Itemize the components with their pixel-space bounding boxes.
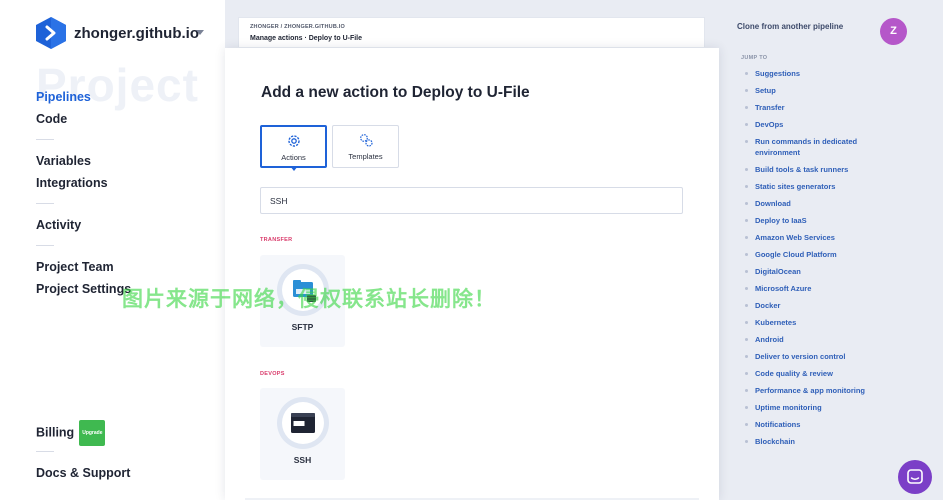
ssh-terminal-icon xyxy=(276,397,329,449)
add-action-modal: Add a new action to Deploy to U-File Act… xyxy=(225,48,719,500)
sidebar-nav: Pipelines Code Variables Integrations Ac… xyxy=(36,86,131,300)
project-switcher[interactable]: zhonger.github.io xyxy=(36,17,199,49)
jump-to-item[interactable]: Amazon Web Services xyxy=(745,232,865,243)
buddy-logo-icon xyxy=(36,17,66,49)
jump-to-heading: JUMP TO xyxy=(741,55,768,61)
jump-to-item[interactable]: Performance & app monitoring xyxy=(745,385,865,396)
chat-button[interactable] xyxy=(898,460,932,494)
sidebar-item-docs-support[interactable]: Docs & Support xyxy=(36,462,130,484)
action-card-ssh[interactable]: SSH xyxy=(260,388,345,480)
jump-to-item[interactable]: Blockchain xyxy=(745,436,865,447)
jump-to-item[interactable]: Docker xyxy=(745,300,865,311)
sidebar-divider xyxy=(36,245,54,246)
sidebar-item-pipelines[interactable]: Pipelines xyxy=(36,86,131,108)
jump-to-item[interactable]: Google Cloud Platform xyxy=(745,249,865,260)
sidebar-divider xyxy=(36,203,54,204)
sidebar-item-integrations[interactable]: Integrations xyxy=(36,172,131,194)
jump-to-item[interactable]: Notifications xyxy=(745,419,865,430)
sidebar-divider xyxy=(36,139,54,140)
gears-icon xyxy=(359,134,373,147)
jump-to-item[interactable]: Microsoft Azure xyxy=(745,283,865,294)
upgrade-badge[interactable]: Upgrade xyxy=(79,420,106,446)
jump-to-list: Suggestions Setup Transfer DevOps Run comman… xyxy=(745,68,865,453)
overlay-watermark-text: 图片来源于网络，侵权联系站长删除！ xyxy=(122,288,496,311)
jump-to-item[interactable]: Code quality & review xyxy=(745,368,865,379)
left-sidebar: Project zhonger.github.io Pipelines Code… xyxy=(0,0,225,500)
tab-actions-label: Actions xyxy=(281,153,306,162)
tab-actions[interactable]: Actions xyxy=(260,125,327,168)
jump-to-item[interactable]: Transfer xyxy=(745,102,865,113)
jump-to-item[interactable]: Deploy to IaaS xyxy=(745,215,865,226)
billing-label: Billing xyxy=(36,425,75,440)
action-label-sftp: SFTP xyxy=(291,322,314,332)
action-label-ssh: SSH xyxy=(293,455,312,465)
jump-to-item[interactable]: Deliver to version control xyxy=(745,351,865,362)
breadcrumb: ZHONGER / ZHONGER.GITHUB.IO Manage actio… xyxy=(238,17,705,47)
section-label-devops: DEVOPS xyxy=(260,371,285,377)
project-name: zhonger.github.io xyxy=(74,24,199,42)
breadcrumb-current: Manage actions · Deploy to U-File xyxy=(250,35,362,42)
breadcrumb-manage-actions[interactable]: Manage actions · xyxy=(250,35,309,42)
tab-templates[interactable]: Templates xyxy=(332,125,399,168)
breadcrumb-project-path[interactable]: ZHONGER / ZHONGER.GITHUB.IO xyxy=(250,24,345,30)
chevron-down-icon[interactable] xyxy=(196,30,204,35)
clone-pipeline-link[interactable]: Clone from another pipeline xyxy=(737,22,843,31)
jump-to-item[interactable]: Download xyxy=(745,198,865,209)
breadcrumb-pipeline-link[interactable]: Deploy to U-File xyxy=(309,35,362,42)
sidebar-item-project-team[interactable]: Project Team xyxy=(36,256,131,278)
jump-to-item[interactable]: Build tools & task runners xyxy=(745,164,865,175)
sidebar-item-variables[interactable]: Variables xyxy=(36,150,131,172)
jump-to-item[interactable]: Run commands in dedicated environment xyxy=(745,136,865,158)
section-label-transfer: TRANSFER xyxy=(260,237,293,243)
jump-to-item[interactable]: Static sites generators xyxy=(745,181,865,192)
tab-templates-label: Templates xyxy=(348,152,383,161)
jump-to-item[interactable]: Suggestions xyxy=(745,68,865,79)
jump-to-item[interactable]: Android xyxy=(745,334,865,345)
jump-to-item[interactable]: Kubernetes xyxy=(745,317,865,328)
sidebar-item-code[interactable]: Code xyxy=(36,108,131,130)
sidebar-item-project-settings[interactable]: Project Settings xyxy=(36,278,131,300)
gear-icon xyxy=(287,135,300,147)
avatar[interactable]: Z xyxy=(880,18,907,45)
jump-to-item[interactable]: DigitalOcean xyxy=(745,266,865,277)
jump-to-item[interactable]: Uptime monitoring xyxy=(745,402,865,413)
sidebar-divider xyxy=(36,451,54,452)
active-tab-indicator xyxy=(290,166,298,171)
jump-to-item[interactable]: Setup xyxy=(745,85,865,96)
sidebar-bottom-nav: Billing Upgrade Docs & Support xyxy=(36,420,130,484)
sidebar-item-activity[interactable]: Activity xyxy=(36,214,131,236)
sidebar-item-billing[interactable]: Billing Upgrade xyxy=(36,420,130,446)
action-search-input[interactable] xyxy=(260,187,683,214)
jump-to-item[interactable]: DevOps xyxy=(745,119,865,130)
chat-icon xyxy=(907,469,923,484)
modal-title: Add a new action to Deploy to U-File xyxy=(261,84,530,101)
